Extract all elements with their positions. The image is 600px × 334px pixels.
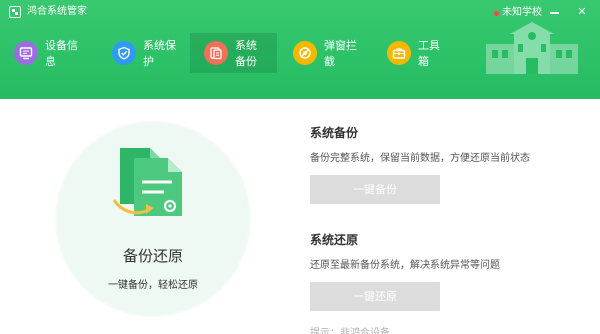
status-dot-icon (494, 10, 499, 16)
backup-icon (204, 41, 228, 65)
school-label: 未知学校 (502, 7, 542, 18)
nav-label: 弹窗拦截 (324, 39, 357, 68)
nav-item-device-info[interactable]: 设备信息 (0, 33, 98, 73)
nav-item-system-backup[interactable]: 系统备份 (190, 33, 277, 73)
one-click-restore-button[interactable]: 一键还原 (310, 282, 440, 311)
nav-label: 系统备份 (235, 39, 257, 68)
nav-label: 工具箱 (418, 39, 440, 68)
one-click-backup-button[interactable]: 一键备份 (310, 175, 440, 204)
nav-item-toolbox[interactable]: 工具箱 (373, 33, 459, 73)
backup-restore-document-icon (112, 148, 182, 216)
device-tip: 提示：非鸿合设备 (310, 328, 390, 334)
restore-section-description: 还原至最新备份系统，解决系统异常等问题 (310, 260, 500, 271)
close-button[interactable]: ✕ (574, 4, 590, 20)
shield-icon (112, 41, 136, 65)
app-logo-icon (9, 6, 21, 18)
backup-restore-subtitle: 一键备份，轻松还原 (108, 280, 198, 291)
nav-label: 系统保护 (143, 39, 176, 68)
content-area: 备份还原 一键备份，轻松还原 系统备份 备份完整系统，保留当前数据，方便还原当前… (0, 99, 600, 334)
popup-block-icon (293, 41, 317, 65)
monitor-icon (14, 41, 38, 65)
minimize-button[interactable] (547, 4, 563, 20)
nav-item-system-protect[interactable]: 系统保护 (98, 33, 190, 73)
restore-section-title: 系统还原 (310, 233, 359, 247)
backup-section-description: 备份完整系统，保留当前数据，方便还原当前状态 (310, 153, 530, 164)
nav-item-popup-block[interactable]: 弹窗拦截 (279, 33, 371, 73)
school-building-illustration (486, 22, 578, 74)
backup-restore-title: 备份还原 (122, 247, 183, 265)
toolbox-icon (387, 41, 411, 65)
app-title: 鸿合系统管家 (27, 6, 87, 17)
backup-section-title: 系统备份 (310, 126, 359, 140)
nav-label: 设备信息 (45, 39, 78, 68)
school-indicator[interactable]: 未知学校 (494, 7, 542, 19)
app-header: 鸿合系统管家 未知学校 ✕ 设备信息 系统保护 系统备份 弹窗拦截 工具箱 (0, 0, 600, 99)
